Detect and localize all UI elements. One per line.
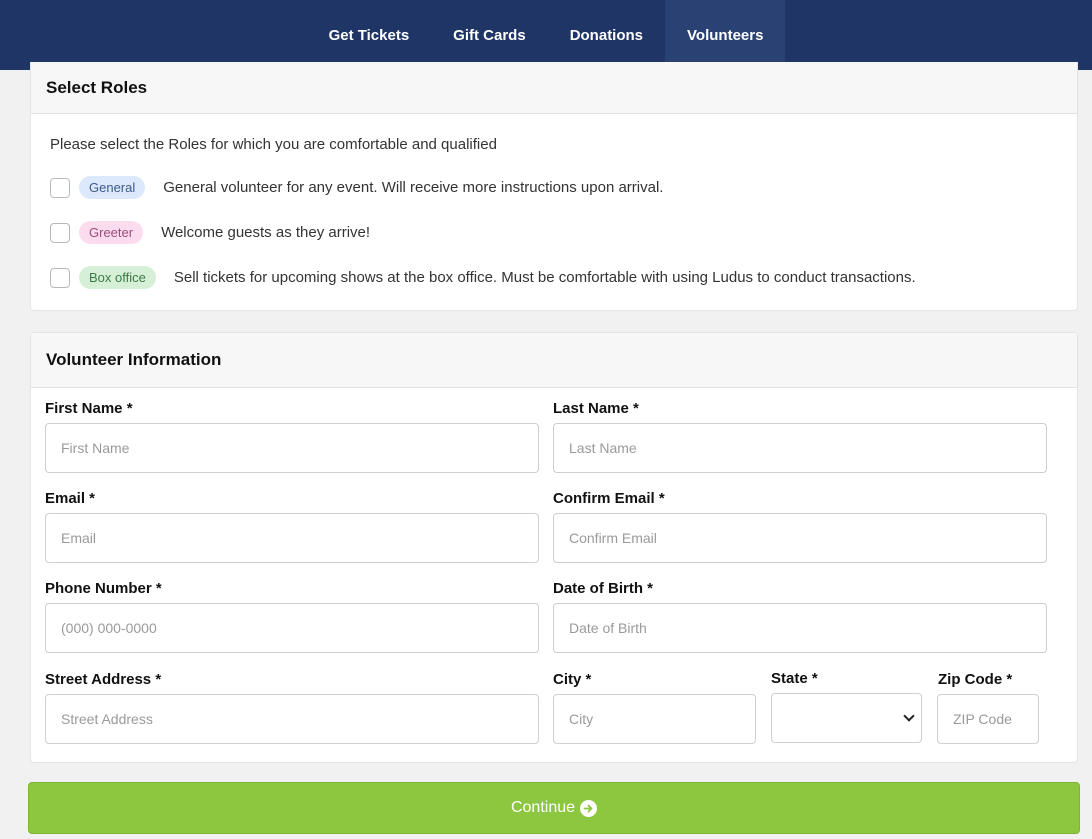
role-box-office-badge: Box office xyxy=(79,266,156,289)
first-name-label: First Name * xyxy=(45,400,133,417)
nav-donations[interactable]: Donations xyxy=(548,0,665,70)
role-greeter-checkbox[interactable] xyxy=(50,222,70,243)
city-label: City * xyxy=(553,671,592,688)
role-greeter-badge: Greeter xyxy=(79,221,144,244)
top-nav: Get Tickets Gift Cards Donations Volunte… xyxy=(0,0,1092,70)
nav-volunteers[interactable]: Volunteers xyxy=(665,0,786,70)
street-label: Street Address * xyxy=(45,671,162,688)
role-row-box-office: Box office Sell tickets for upcoming sho… xyxy=(50,266,916,289)
nav-get-tickets[interactable]: Get Tickets xyxy=(307,0,432,70)
email-label: Email * xyxy=(45,490,96,507)
phone-input[interactable] xyxy=(45,603,539,653)
street-input[interactable] xyxy=(45,694,539,744)
role-general-description: General volunteer for any event. Will re… xyxy=(163,179,664,196)
state-select[interactable] xyxy=(771,693,922,743)
email-input[interactable] xyxy=(45,513,539,563)
confirm-email-input[interactable] xyxy=(553,513,1047,563)
state-label: State * xyxy=(771,670,818,687)
roles-intro-text: Please select the Roles for which you ar… xyxy=(50,136,497,153)
volunteer-info-card: Volunteer Information First Name * Last … xyxy=(30,332,1078,763)
role-box-office-checkbox[interactable] xyxy=(50,267,70,288)
chevron-down-icon xyxy=(903,710,915,722)
role-row-general: General General volunteer for any event.… xyxy=(50,176,663,199)
role-general-checkbox[interactable] xyxy=(50,177,70,198)
dob-input[interactable] xyxy=(553,603,1047,653)
continue-button[interactable]: Continue xyxy=(28,782,1080,834)
last-name-label: Last Name * xyxy=(553,400,639,417)
phone-label: Phone Number * xyxy=(45,580,162,597)
zip-label: Zip Code * xyxy=(938,671,1013,688)
nav-gift-cards[interactable]: Gift Cards xyxy=(431,0,548,70)
city-input[interactable] xyxy=(553,694,756,744)
volunteer-info-title: Volunteer Information xyxy=(31,333,1077,388)
select-roles-card: Select Roles Please select the Roles for… xyxy=(30,62,1078,311)
arrow-right-circle-icon xyxy=(580,799,598,817)
role-general-badge: General xyxy=(79,176,146,199)
role-row-greeter: Greeter Welcome guests as they arrive! xyxy=(50,221,370,244)
continue-label: Continue xyxy=(510,799,576,816)
zip-input[interactable] xyxy=(937,694,1039,744)
role-box-office-description: Sell tickets for upcoming shows at the b… xyxy=(173,269,916,286)
confirm-email-label: Confirm Email * xyxy=(553,490,665,507)
last-name-input[interactable] xyxy=(553,423,1047,473)
first-name-input[interactable] xyxy=(45,423,539,473)
select-roles-title: Select Roles xyxy=(31,62,1077,114)
dob-label: Date of Birth * xyxy=(553,580,654,597)
role-greeter-description: Welcome guests as they arrive! xyxy=(161,224,371,241)
